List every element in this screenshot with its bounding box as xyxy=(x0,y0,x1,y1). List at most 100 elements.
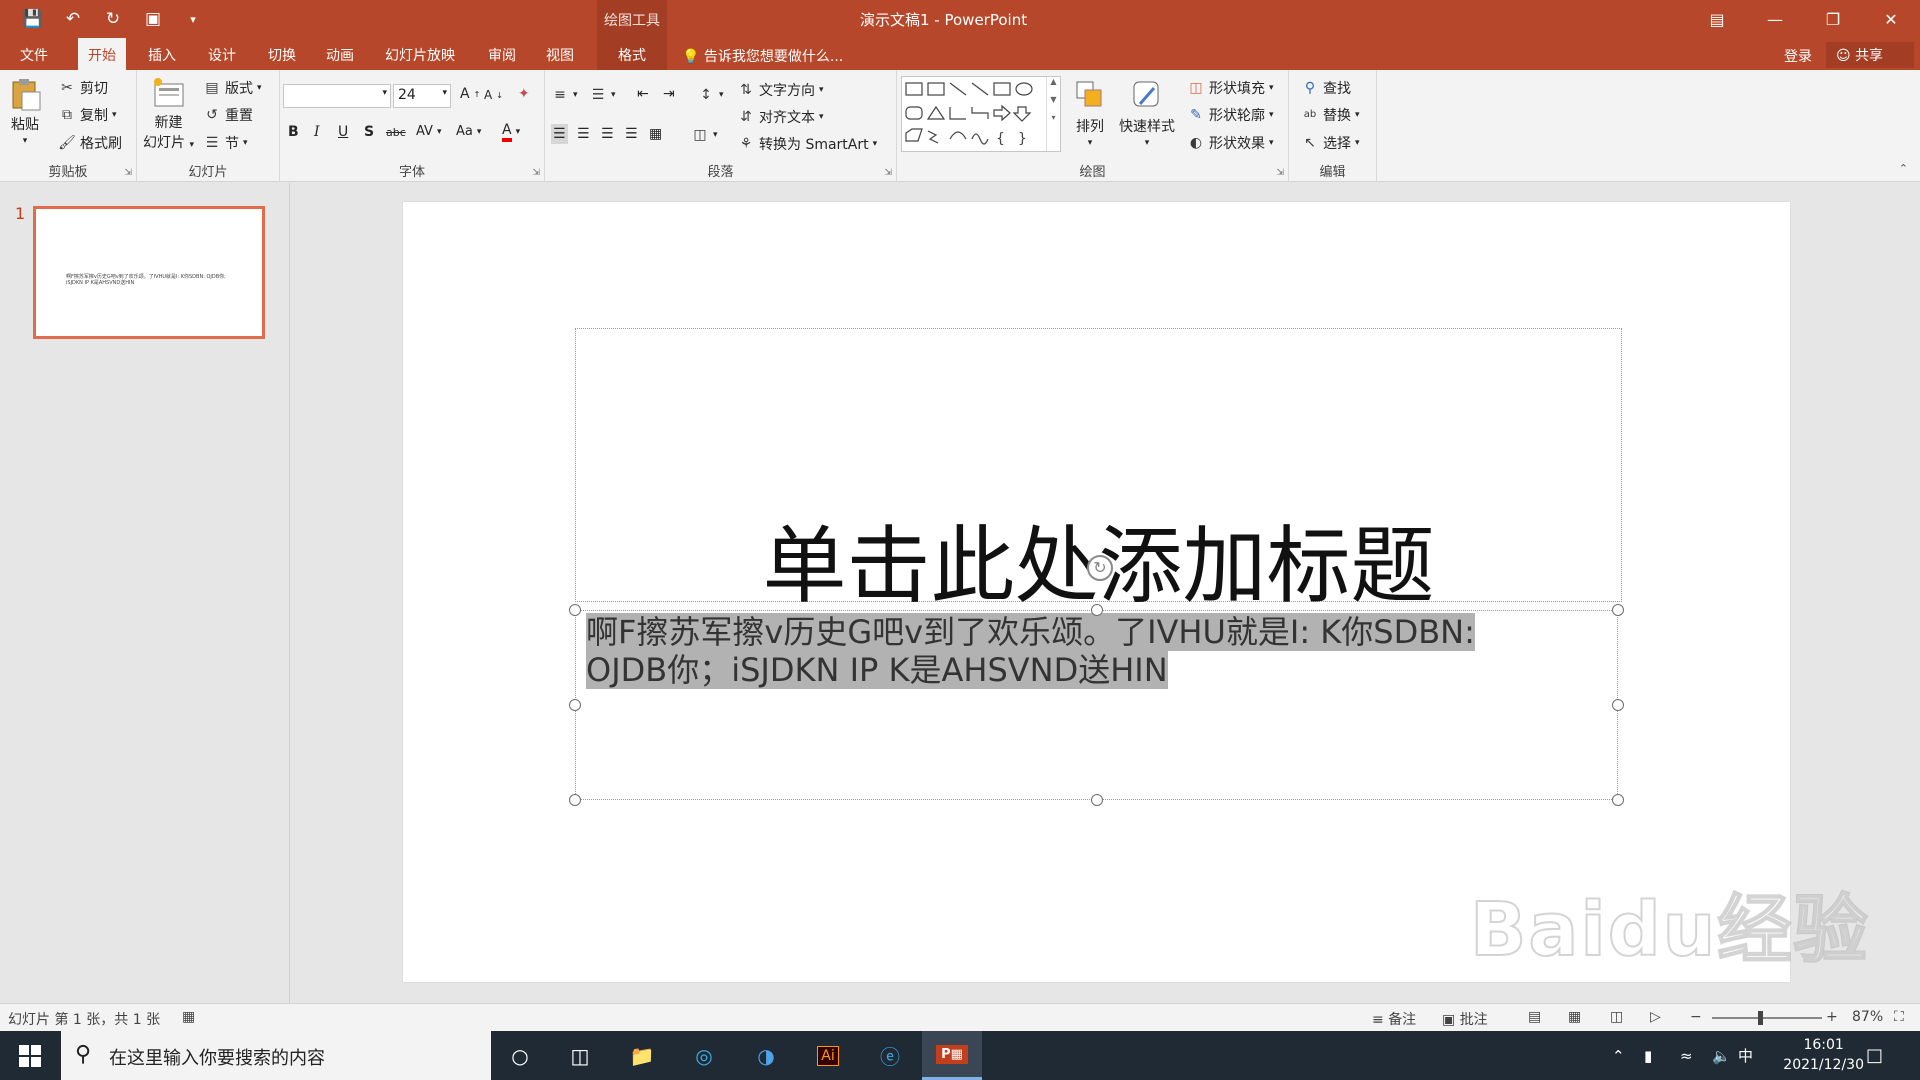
comments-button[interactable]: ▣ 批注 xyxy=(1442,1009,1488,1029)
align-left-icon[interactable]: ☰ xyxy=(551,124,568,144)
font-color-button[interactable]: A ▾ xyxy=(502,122,520,142)
font-name-combo[interactable]: ▾ xyxy=(283,84,391,108)
taskbar-search-box[interactable]: ⚲ 在这里输入你要搜索的内容 xyxy=(61,1031,491,1080)
text-direction-button[interactable]: ⇅ 文字方向 ▾ xyxy=(737,80,823,100)
resize-handle-top[interactable] xyxy=(1091,604,1103,616)
start-from-beginning-icon[interactable]: ▣ xyxy=(140,6,166,32)
redo-icon[interactable]: ↻ xyxy=(100,6,126,32)
layout-button[interactable]: ▤ 版式 ▾ xyxy=(203,78,261,98)
clear-formatting-icon[interactable]: ✦ xyxy=(518,86,530,102)
slide-canvas[interactable]: 单击此处添加标题 啊F擦苏军擦v历史G吧v到了欢乐颂。了IVHU就是I: K你S… xyxy=(403,202,1790,982)
tab-format[interactable]: 格式 xyxy=(597,38,667,70)
file-explorer-icon[interactable]: 📁 xyxy=(612,1031,672,1080)
action-center-icon[interactable]: □ xyxy=(1866,1031,1883,1080)
tell-me-box[interactable]: 💡 告诉我您想要做什么... xyxy=(682,46,843,66)
replace-button[interactable]: ab 替换 ▾ xyxy=(1301,105,1360,125)
zoom-in-icon[interactable]: + xyxy=(1826,1009,1838,1025)
cut-button[interactable]: ✂ 剪切 xyxy=(58,78,108,98)
tab-insert[interactable]: 插入 xyxy=(138,38,186,70)
reading-view-icon[interactable]: ◫ xyxy=(1610,1009,1623,1025)
slide-sorter-icon[interactable]: ▦ xyxy=(1568,1009,1581,1025)
paste-button[interactable]: 粘贴 ▾ xyxy=(8,76,42,146)
share-button[interactable]: ☺ 共享 xyxy=(1826,42,1914,68)
show-hidden-icons[interactable]: ⌃ xyxy=(1612,1031,1625,1080)
wifi-icon[interactable]: ≈ xyxy=(1680,1031,1693,1080)
maximize-icon[interactable]: ❐ xyxy=(1804,0,1862,38)
browser-icon[interactable]: ◑ xyxy=(736,1031,796,1080)
decrease-indent-icon[interactable]: ⇤ xyxy=(637,86,649,102)
shape-effects-button[interactable]: ◐ 形状效果 ▾ xyxy=(1187,133,1274,153)
format-painter-button[interactable]: 🖌 格式刷 xyxy=(58,133,122,153)
columns-button[interactable]: ◫ ▾ xyxy=(691,126,717,144)
align-right-icon[interactable]: ☰ xyxy=(601,126,614,142)
change-case-button[interactable]: Aa ▾ xyxy=(456,124,481,139)
customize-qat-icon[interactable]: ▾ xyxy=(180,6,206,32)
bold-button[interactable]: B xyxy=(288,124,299,140)
line-spacing-button[interactable]: ↕ ▾ xyxy=(697,86,723,104)
resize-handle-bottom-right[interactable] xyxy=(1612,794,1624,806)
increase-indent-icon[interactable]: ⇥ xyxy=(663,86,675,102)
character-spacing-button[interactable]: AV ▾ xyxy=(416,124,442,139)
shape-fill-button[interactable]: ◫ 形状填充 ▾ xyxy=(1187,78,1273,98)
align-text-button[interactable]: ⇵ 对齐文本 ▾ xyxy=(737,107,823,127)
resize-handle-right[interactable] xyxy=(1612,699,1624,711)
numbering-button[interactable]: ☰ ▾ xyxy=(589,86,616,104)
strikethrough-button[interactable]: abc xyxy=(386,126,406,139)
tab-review[interactable]: 审阅 xyxy=(478,38,526,70)
underline-button[interactable]: U xyxy=(338,124,348,140)
taskbar-clock[interactable]: 16:01 2021/12/30 xyxy=(1783,1035,1864,1075)
shrink-font-button[interactable]: A ↓ xyxy=(484,88,503,102)
gallery-scroll-icon[interactable]: ▲ ▼ ▾ xyxy=(1046,77,1060,151)
distributed-icon[interactable]: ▦ xyxy=(649,126,662,142)
illustrator-icon[interactable]: Ai xyxy=(798,1031,858,1080)
select-button[interactable]: ↖ 选择 ▾ xyxy=(1301,133,1359,153)
ribbon-display-options-icon[interactable]: ▤ xyxy=(1688,0,1746,38)
bullets-button[interactable]: ≡ ▾ xyxy=(551,86,577,104)
italic-button[interactable]: I xyxy=(314,124,320,140)
resize-handle-top-left[interactable] xyxy=(569,604,581,616)
tab-animations[interactable]: 动画 xyxy=(316,38,364,70)
minimize-icon[interactable]: — xyxy=(1746,0,1804,38)
task-view-icon[interactable]: ◫ xyxy=(550,1031,610,1080)
shape-outline-button[interactable]: ✎ 形状轮廓 ▾ xyxy=(1187,105,1273,125)
close-icon[interactable]: ✕ xyxy=(1862,0,1920,38)
resize-handle-bottom[interactable] xyxy=(1091,794,1103,806)
sign-in-link[interactable]: 登录 xyxy=(1784,46,1812,66)
tab-view[interactable]: 视图 xyxy=(536,38,584,70)
dialog-launcher-icon[interactable]: ⇲ xyxy=(1276,168,1284,178)
dialog-launcher-icon[interactable]: ⇲ xyxy=(532,168,540,178)
zoom-out-icon[interactable]: − xyxy=(1690,1009,1702,1025)
ime-indicator[interactable]: 中 xyxy=(1738,1031,1753,1080)
undo-icon[interactable]: ↶ xyxy=(60,6,86,32)
fit-slide-icon[interactable]: ⛶ xyxy=(1894,1009,1904,1025)
find-button[interactable]: ⚲ 查找 xyxy=(1301,78,1351,98)
battery-icon[interactable]: ▮ xyxy=(1644,1031,1652,1080)
font-size-combo[interactable]: 24 ▾ xyxy=(393,84,451,108)
normal-view-icon[interactable]: ▤ xyxy=(1528,1009,1541,1025)
slide-thumbnail[interactable]: 啊F擦苏军擦v历史G吧v到了欢乐颂。了IVHU就是I: K你SDBN: OJDB… xyxy=(33,206,265,339)
tab-file[interactable]: 文件 xyxy=(10,38,58,70)
arrange-button[interactable]: 排列 ▾ xyxy=(1073,78,1107,148)
resize-handle-bottom-left[interactable] xyxy=(569,794,581,806)
copy-button[interactable]: ⧉ 复制 ▾ xyxy=(58,105,117,125)
reset-button[interactable]: ↺ 重置 xyxy=(203,105,253,125)
rotate-handle-icon[interactable]: ↻ xyxy=(1087,555,1113,581)
zoom-slider-thumb[interactable] xyxy=(1758,1011,1763,1025)
shadow-button[interactable]: S xyxy=(364,124,374,140)
tab-slideshow[interactable]: 幻灯片放映 xyxy=(375,38,465,70)
dialog-launcher-icon[interactable]: ⇲ xyxy=(124,168,132,178)
align-center-icon[interactable]: ☰ xyxy=(577,126,590,142)
convert-smartart-button[interactable]: ⚘ 转换为 SmartArt ▾ xyxy=(737,134,877,154)
tab-transitions[interactable]: 切换 xyxy=(258,38,306,70)
resize-handle-left[interactable] xyxy=(569,699,581,711)
start-button[interactable] xyxy=(0,1031,60,1080)
save-icon[interactable]: 💾 xyxy=(20,6,46,32)
edge-icon[interactable]: ◎ xyxy=(674,1031,734,1080)
dialog-launcher-icon[interactable]: ⇲ xyxy=(884,168,892,178)
shapes-gallery[interactable]: {} ▲ ▼ ▾ xyxy=(901,76,1061,152)
justify-icon[interactable]: ☰ xyxy=(625,126,638,142)
grow-font-button[interactable]: A ↑ xyxy=(460,86,480,102)
body-text-box[interactable]: 啊F擦苏军擦v历史G吧v到了欢乐颂。了IVHU就是I: K你SDBN: OJDB… xyxy=(575,610,1618,800)
zoom-slider[interactable] xyxy=(1712,1017,1822,1019)
notes-button[interactable]: ≡ 备注 xyxy=(1372,1009,1416,1029)
